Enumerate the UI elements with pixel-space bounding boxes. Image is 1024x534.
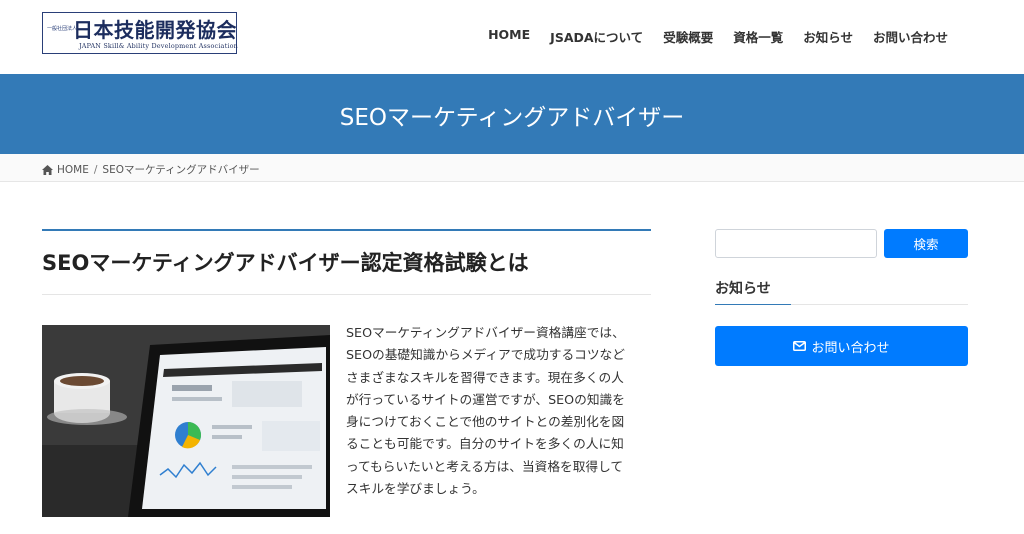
search-button[interactable]: 検索: [884, 229, 968, 258]
nav-item-home[interactable]: HOME: [478, 27, 540, 46]
site-header: 一般社団法人 日本技能開発協会 JAPAN Skill& Ability Dev…: [0, 0, 1024, 74]
article-body-line: ってもらいたいと考える方は、当資格を取得して: [346, 458, 624, 474]
breadcrumb-home-link[interactable]: HOME: [57, 164, 89, 176]
article-body-line: スキルを学びましょう。: [346, 481, 485, 497]
site-logo[interactable]: 一般社団法人 日本技能開発協会 JAPAN Skill& Ability Dev…: [42, 12, 238, 54]
logo-small-text: 一般社団法人: [47, 26, 78, 32]
breadcrumb-separator: /: [93, 163, 98, 176]
article-body-line: SEOの基礎知識からメディアで成功するコツなど: [346, 347, 625, 363]
nav-item-about[interactable]: JSADAについて: [540, 27, 653, 46]
contact-button[interactable]: お問い合わせ: [715, 326, 968, 366]
news-widget-title: お知らせ: [715, 281, 771, 297]
breadcrumb: HOME / SEOマーケティングアドバイザー: [0, 154, 1024, 182]
news-widget-header: お知らせ: [715, 275, 968, 305]
article-body-line: SEOマーケティングアドバイザー資格講座では、: [346, 325, 625, 340]
nav-item-qualifications[interactable]: 資格一覧: [723, 27, 793, 46]
main-nav: HOME JSADAについて 受験概要 資格一覧 お知らせ お問い合わせ: [478, 27, 958, 46]
article-body-line: が行っているサイトの運営ですが、SEOの知識を: [346, 391, 625, 407]
page-title: SEOマーケティングアドバイザー: [339, 105, 685, 131]
page-header-band: SEOマーケティングアドバイザー: [0, 74, 1024, 154]
logo-main-text: 日本技能開発協会: [73, 18, 237, 42]
search-input[interactable]: [715, 229, 877, 258]
article-body-line: ることも可能です。自分のサイトを多くの人に知: [346, 436, 624, 452]
logo-sub-text: JAPAN Skill& Ability Development Associa…: [79, 42, 238, 50]
tablet-analytics-image: [42, 325, 330, 517]
article-body-line: さまざまなスキルを習得できます。現在多くの人: [346, 369, 624, 385]
article-body: SEOマーケティングアドバイザー資格講座では、 SEOの基礎知識からメディアで成…: [346, 322, 651, 500]
article-heading-block: SEOマーケティングアドバイザー認定資格試験とは: [42, 229, 651, 295]
article-heading: SEOマーケティングアドバイザー認定資格試験とは: [42, 251, 529, 275]
envelope-icon: [793, 341, 807, 351]
home-icon: [42, 164, 53, 175]
contact-button-label: お問い合わせ: [811, 340, 890, 356]
nav-item-contact[interactable]: お問い合わせ: [863, 27, 958, 46]
nav-item-news[interactable]: お知らせ: [793, 27, 863, 46]
article-body-line: 身につけておくことで他のサイトとの差別化を図: [346, 414, 625, 430]
widget-title-underline: [715, 304, 791, 305]
nav-item-exam-overview[interactable]: 受験概要: [653, 27, 723, 46]
breadcrumb-current: SEOマーケティングアドバイザー: [102, 164, 260, 176]
